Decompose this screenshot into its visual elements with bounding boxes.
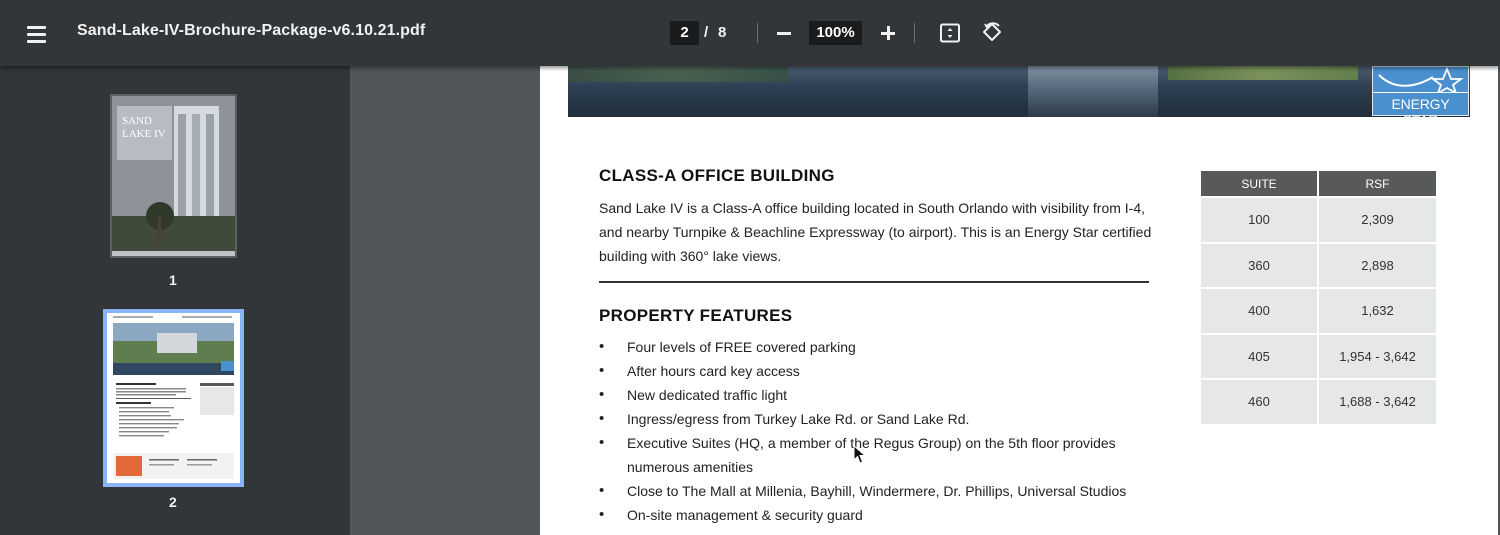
property-features-heading: PROPERTY FEATURES bbox=[599, 306, 793, 325]
list-item: New dedicated traffic light bbox=[599, 383, 1179, 407]
list-item: Ingress/egress from Turkey Lake Rd. or S… bbox=[599, 407, 1179, 431]
toolbar-divider bbox=[757, 23, 758, 43]
hero-photo bbox=[568, 66, 1470, 117]
table-row: 100 2,309 bbox=[1201, 198, 1436, 242]
section-divider bbox=[599, 281, 1149, 283]
toolbar-divider bbox=[914, 23, 915, 43]
plus-icon[interactable] bbox=[876, 21, 900, 45]
thumbnail-label-1: 1 bbox=[169, 272, 177, 288]
rsf-column-header: RSF bbox=[1319, 171, 1436, 196]
table-row: 405 1,954 - 3,642 bbox=[1201, 334, 1436, 378]
table-row: 460 1,688 - 3,642 bbox=[1201, 380, 1436, 424]
rsf-cell: 1,632 bbox=[1319, 289, 1436, 333]
fit-to-page-icon[interactable] bbox=[938, 21, 962, 45]
class-a-heading: CLASS-A OFFICE BUILDING bbox=[599, 166, 835, 185]
page-number-input[interactable]: 2 bbox=[670, 21, 699, 45]
list-item: On-site management & security guard bbox=[599, 503, 1179, 527]
cover-title-line1: SAND bbox=[122, 115, 152, 127]
class-a-description: Sand Lake IV is a Class-A office buildin… bbox=[599, 200, 1152, 264]
cover-title-line2: LAKE IV bbox=[122, 128, 166, 140]
table-header-row: SUITE RSF bbox=[1201, 171, 1436, 196]
suite-cell: 100 bbox=[1201, 198, 1317, 242]
rsf-cell: 1,688 - 3,642 bbox=[1319, 380, 1436, 424]
list-item: Four levels of FREE covered parking bbox=[599, 335, 1179, 359]
page-separator: / bbox=[704, 24, 709, 41]
mouse-cursor-icon bbox=[853, 445, 867, 464]
features-list: Four levels of FREE covered parking Afte… bbox=[599, 335, 1179, 527]
energy-star-logo-icon bbox=[1373, 66, 1468, 95]
rsf-cell: 2,898 bbox=[1319, 243, 1436, 287]
document-viewer[interactable]: ENERGY STAR CLASS-A OFFICE BUILDING Sand… bbox=[350, 66, 1500, 535]
rotate-counterclockwise-icon[interactable] bbox=[980, 21, 1004, 45]
hero-photo-reflection bbox=[1028, 66, 1158, 117]
list-item: After hours card key access bbox=[599, 359, 1179, 383]
file-title: Sand-Lake-IV-Brochure-Package-v6.10.21.p… bbox=[77, 22, 426, 39]
minus-icon[interactable] bbox=[772, 21, 796, 45]
table-row: 400 1,632 bbox=[1201, 289, 1436, 333]
list-item: Close to The Mall at Millenia, Bayhill, … bbox=[599, 479, 1179, 503]
suite-cell: 400 bbox=[1201, 289, 1317, 333]
rsf-cell: 1,954 - 3,642 bbox=[1319, 334, 1436, 378]
page-thumbnail-2[interactable] bbox=[103, 309, 244, 487]
energy-star-label: ENERGY STAR bbox=[1391, 96, 1450, 128]
suite-cell: 460 bbox=[1201, 380, 1317, 424]
thumbnail-label-2: 2 bbox=[169, 494, 177, 510]
pdf-toolbar: Sand-Lake-IV-Brochure-Package-v6.10.21.p… bbox=[0, 0, 1500, 66]
hero-photo-trees bbox=[568, 66, 788, 82]
thumbnail-sidebar: SAND LAKE IV 1 2 bbox=[0, 66, 350, 535]
page-2-preview bbox=[107, 313, 240, 483]
suite-cell: 405 bbox=[1201, 334, 1317, 378]
energy-star-badge: ENERGY STAR bbox=[1372, 66, 1469, 128]
suite-table: SUITE RSF 100 2,309 360 2,898 400 1,632 bbox=[1199, 169, 1438, 426]
hamburger-menu-icon[interactable] bbox=[20, 21, 54, 47]
table-row: 360 2,898 bbox=[1201, 243, 1436, 287]
hero-photo-shoreline bbox=[1168, 66, 1358, 80]
zoom-level-input[interactable]: 100% bbox=[809, 21, 862, 45]
page-1-preview: SAND LAKE IV bbox=[112, 96, 235, 256]
suite-column-header: SUITE bbox=[1201, 171, 1317, 196]
total-pages: 8 bbox=[718, 24, 727, 41]
suite-cell: 360 bbox=[1201, 243, 1317, 287]
pdf-page: ENERGY STAR CLASS-A OFFICE BUILDING Sand… bbox=[540, 66, 1498, 535]
list-item: Executive Suites (HQ, a member of the Re… bbox=[599, 431, 1179, 479]
rsf-cell: 2,309 bbox=[1319, 198, 1436, 242]
page-thumbnail-1[interactable]: SAND LAKE IV bbox=[110, 94, 237, 258]
